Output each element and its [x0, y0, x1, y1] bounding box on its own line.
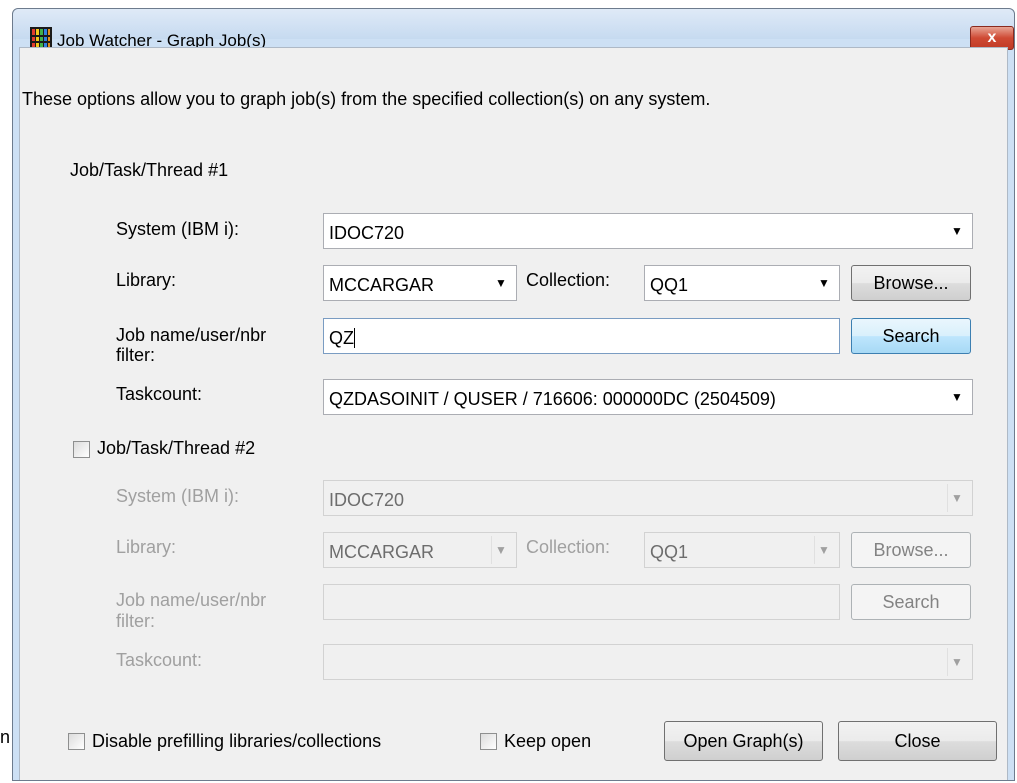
group1-system-value: IDOC720: [329, 223, 405, 243]
keep-open-checkbox[interactable]: [480, 733, 497, 750]
close-label: Close: [894, 731, 941, 751]
group2-collection-combo: QQ1 ▼: [644, 532, 840, 568]
group2-browse-label: Browse...: [873, 540, 949, 560]
group1-library-label: Library:: [116, 270, 177, 290]
group2-job-filter-label-line2: filter:: [116, 611, 156, 631]
group1-job-filter-label-line1: Job name/user/nbr: [116, 325, 267, 345]
disable-prefill-checkbox[interactable]: [68, 733, 85, 750]
group2-heading: Job/Task/Thread #2: [97, 438, 256, 458]
group1-collection-label: Collection:: [526, 270, 611, 290]
open-graphs-label: Open Graph(s): [683, 731, 804, 751]
keep-open-label: Keep open: [504, 731, 592, 751]
group1-job-filter-input[interactable]: QZ: [323, 318, 840, 354]
group1-search-button[interactable]: Search: [851, 318, 971, 354]
group2-collection-value: QQ1: [650, 542, 689, 562]
group2-search-button: Search: [851, 584, 971, 620]
group1-system-combo[interactable]: IDOC720 ▼: [323, 213, 973, 249]
group1-collection-combo[interactable]: QQ1 ▼: [644, 265, 840, 301]
group1-taskcount-combo[interactable]: QZDASOINIT / QUSER / 716606: 000000DC (2…: [323, 379, 973, 415]
intro-text: These options allow you to graph job(s) …: [22, 89, 711, 109]
group2-taskcount-label: Taskcount:: [116, 650, 203, 670]
chevron-down-icon[interactable]: ▼: [948, 386, 966, 408]
group2-enable-checkbox[interactable]: [73, 441, 90, 458]
group2-library-combo: MCCARGAR ▼: [323, 532, 517, 568]
group1-collection-value: QQ1: [650, 275, 689, 295]
chevron-down-icon: ▼: [491, 536, 510, 564]
chevron-down-icon: ▼: [814, 536, 833, 564]
group2-browse-button: Browse...: [851, 532, 971, 568]
group1-job-filter-value: QZ: [329, 328, 354, 348]
group1-search-label: Search: [882, 326, 940, 346]
group1-browse-label: Browse...: [873, 273, 949, 293]
group2-search-label: Search: [882, 592, 940, 612]
text-caret: [354, 328, 355, 348]
group1-browse-button[interactable]: Browse...: [851, 265, 971, 301]
close-icon: x: [987, 29, 997, 46]
group1-library-combo[interactable]: MCCARGAR ▼: [323, 265, 517, 301]
open-graphs-button[interactable]: Open Graph(s): [664, 721, 823, 761]
group1-taskcount-value: QZDASOINIT / QUSER / 716606: 000000DC (2…: [329, 389, 776, 409]
group1-job-filter-label-line2: filter:: [116, 345, 156, 365]
group2-job-filter-label-line1: Job name/user/nbr: [116, 590, 267, 610]
group1-heading: Job/Task/Thread #1: [70, 160, 229, 180]
group2-library-value: MCCARGAR: [329, 542, 435, 562]
group2-collection-label: Collection:: [526, 537, 611, 557]
chevron-down-icon: ▼: [947, 648, 966, 676]
chevron-down-icon: ▼: [947, 484, 966, 512]
group1-library-value: MCCARGAR: [329, 275, 435, 295]
disable-prefill-label: Disable prefilling libraries/collections: [92, 731, 382, 751]
chevron-down-icon[interactable]: ▼: [948, 220, 966, 242]
job-watcher-app-icon: [30, 27, 52, 49]
chevron-down-icon[interactable]: ▼: [815, 272, 833, 294]
chevron-down-icon[interactable]: ▼: [492, 272, 510, 294]
group1-system-label: System (IBM i):: [116, 219, 240, 239]
group1-taskcount-label: Taskcount:: [116, 384, 203, 404]
group2-system-label: System (IBM i):: [116, 486, 240, 506]
group2-system-value: IDOC720: [329, 490, 405, 510]
group2-system-combo: IDOC720 ▼: [323, 480, 973, 516]
group2-library-label: Library:: [116, 537, 177, 557]
group2-taskcount-combo: ▼: [323, 644, 973, 680]
close-button[interactable]: Close: [838, 721, 997, 761]
group2-job-filter-input: [323, 584, 840, 620]
background-text-fragment: n: [0, 727, 11, 747]
